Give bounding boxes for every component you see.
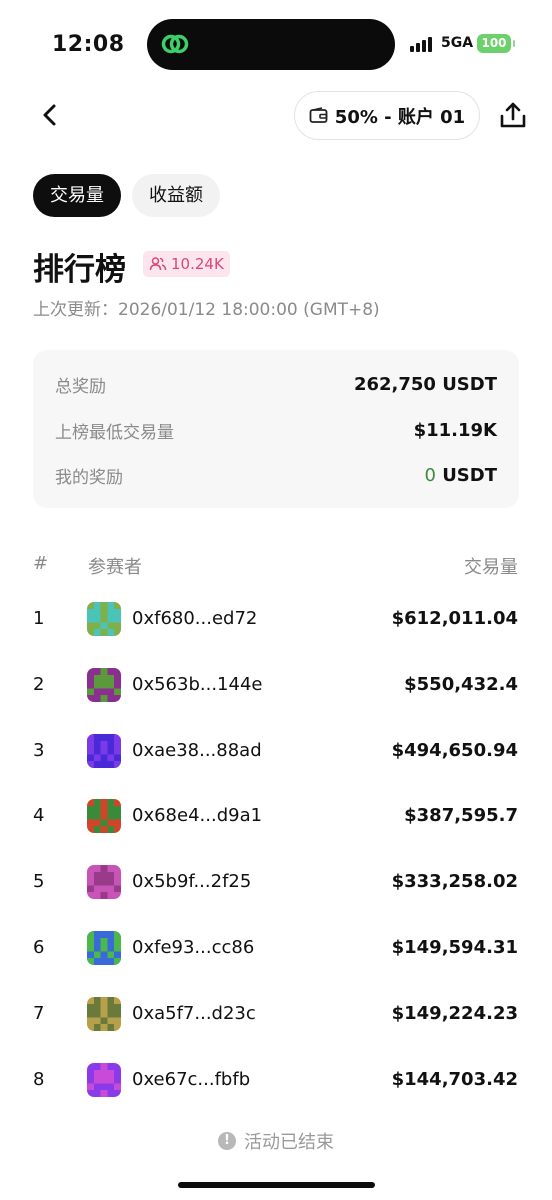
row-address: 0xe67c...fbfb xyxy=(132,1069,251,1090)
table-row[interactable]: 7 0xa5f7...d23c $149,224.23 xyxy=(0,995,552,1035)
table-row[interactable]: 4 0x68e4...d9a1 $387,595.7 xyxy=(0,797,552,837)
participants-count: 10.24K xyxy=(171,255,224,273)
account-selector[interactable]: 50% - 账户 01 xyxy=(294,91,480,140)
min-volume-row: 上榜最低交易量 $11.19K xyxy=(55,415,497,445)
min-volume-value: $11.19K xyxy=(413,419,497,441)
row-volume: $494,650.94 xyxy=(391,740,518,761)
row-rank: 4 xyxy=(33,805,45,826)
row-volume: $612,011.04 xyxy=(391,608,518,629)
row-address: 0xfe93...cc86 xyxy=(132,937,255,958)
tab-volume[interactable]: 交易量 xyxy=(33,174,121,217)
metric-tabs: 交易量 收益额 xyxy=(33,174,220,217)
row-address: 0x563b...144e xyxy=(132,674,263,695)
row-address: 0xae38...88ad xyxy=(132,740,262,761)
table-row[interactable]: 2 0x563b...144e $550,432.4 xyxy=(0,666,552,706)
row-rank: 3 xyxy=(33,740,45,761)
min-volume-label: 上榜最低交易量 xyxy=(55,422,174,443)
back-arrow-icon[interactable] xyxy=(36,100,66,130)
table-row[interactable]: 5 0x5b9f...2f25 $333,258.02 xyxy=(0,863,552,903)
page-title: 排行榜 xyxy=(33,252,126,288)
row-rank: 5 xyxy=(33,871,45,892)
my-reward-unit: USDT xyxy=(435,464,497,486)
table-row[interactable]: 3 0xae38...88ad $494,650.94 xyxy=(0,732,552,772)
row-address: 0xf680...ed72 xyxy=(132,608,258,629)
link-app-icon xyxy=(161,34,189,54)
column-rank: # xyxy=(33,553,49,574)
pixel-avatar-icon xyxy=(87,799,121,833)
status-time: 12:08 xyxy=(52,32,125,57)
event-ended-label: 活动已结束 xyxy=(244,1132,334,1153)
share-icon[interactable] xyxy=(498,100,528,130)
total-reward-row: 总奖励 262,750 USDT xyxy=(55,369,497,399)
info-icon: ! xyxy=(218,1132,236,1150)
pixel-avatar-icon xyxy=(87,865,121,899)
row-volume: $149,224.23 xyxy=(391,1003,518,1024)
row-address: 0x5b9f...2f25 xyxy=(132,871,252,892)
row-rank: 6 xyxy=(33,937,45,958)
total-reward-label: 总奖励 xyxy=(55,376,106,397)
status-bar: 12:08 5GA 100 xyxy=(0,0,552,90)
row-rank: 8 xyxy=(33,1069,45,1090)
row-rank: 7 xyxy=(33,1003,45,1024)
network-type: 5GA xyxy=(441,35,474,51)
tab-earnings[interactable]: 收益额 xyxy=(132,174,220,217)
row-address: 0x68e4...d9a1 xyxy=(132,805,263,826)
dynamic-island xyxy=(147,19,395,70)
users-icon xyxy=(149,257,167,271)
home-indicator[interactable] xyxy=(178,1182,375,1188)
participants-badge: 10.24K xyxy=(143,251,230,277)
pixel-avatar-icon xyxy=(87,931,121,965)
row-volume: $144,703.42 xyxy=(391,1069,518,1090)
row-volume: $387,595.7 xyxy=(404,805,518,826)
pixel-avatar-icon xyxy=(87,602,121,636)
column-volume: 交易量 xyxy=(464,557,518,578)
event-ended-notice: ! 活动已结束 xyxy=(0,1128,552,1154)
pixel-avatar-icon xyxy=(87,734,121,768)
reward-summary-card: 总奖励 262,750 USDT 上榜最低交易量 $11.19K 我的奖励 0 … xyxy=(33,350,519,508)
table-row[interactable]: 6 0xfe93...cc86 $149,594.31 xyxy=(0,929,552,969)
pixel-avatar-icon xyxy=(87,1063,121,1097)
row-rank: 1 xyxy=(33,608,45,629)
row-volume: $333,258.02 xyxy=(391,871,518,892)
account-label: 50% - 账户 01 xyxy=(334,106,466,128)
my-reward-row: 我的奖励 0 USDT xyxy=(55,460,497,490)
table-row[interactable]: 1 0xf680...ed72 $612,011.04 xyxy=(0,600,552,640)
table-row[interactable]: 8 0xe67c...fbfb $144,703.42 xyxy=(0,1061,552,1101)
row-address: 0xa5f7...d23c xyxy=(132,1003,256,1024)
row-volume: $149,594.31 xyxy=(391,937,518,958)
pixel-avatar-icon xyxy=(87,668,121,702)
my-reward-amount: 0 xyxy=(424,464,436,486)
wallet-icon xyxy=(309,106,328,123)
row-rank: 2 xyxy=(33,674,45,695)
pixel-avatar-icon xyxy=(87,997,121,1031)
total-reward-value: 262,750 USDT xyxy=(353,373,497,395)
last-updated: 上次更新：2026/01/12 18:00:00 (GMT+8) xyxy=(33,300,380,320)
my-reward-label: 我的奖励 xyxy=(55,467,123,488)
my-reward-value: 0 USDT xyxy=(424,465,497,486)
column-participant: 参赛者 xyxy=(88,557,142,578)
signal-icon xyxy=(410,36,432,52)
row-volume: $550,432.4 xyxy=(404,674,518,695)
battery-icon: 100 xyxy=(477,34,515,53)
